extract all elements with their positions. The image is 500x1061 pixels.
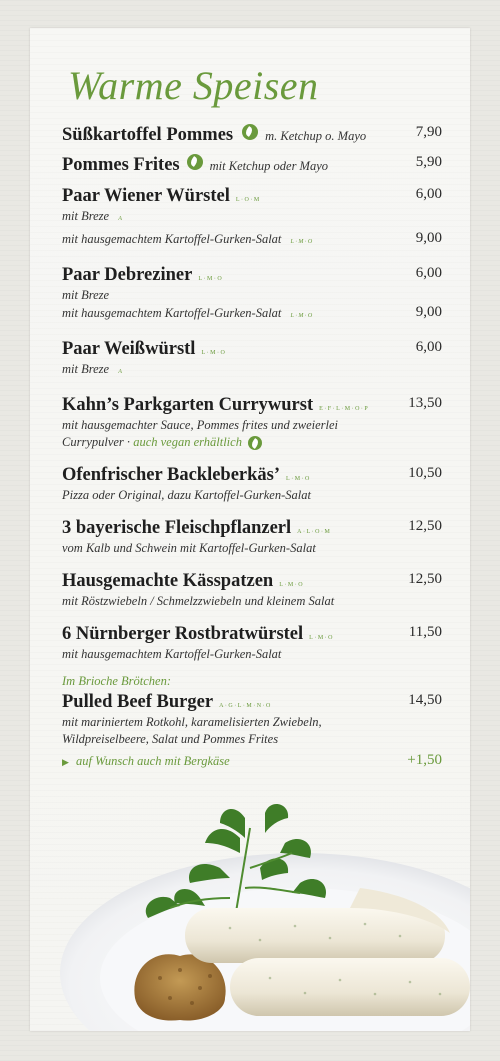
allergen-codes: A·G·L·M·N·O (219, 703, 272, 709)
item-description: Currypulver · (62, 435, 131, 449)
menu-item: Im Brioche Brötchen: Pulled Beef Burger … (62, 673, 442, 771)
item-price: 10,50 (408, 465, 442, 481)
allergen-codes: L·M·O (201, 350, 227, 356)
menu-list: Süßkartoffel Pommes m. Ketchup o. Mayo 7… (62, 124, 442, 785)
allergen-codes: L·M·O (290, 239, 314, 245)
allergen-codes: E·F·L·M·O·P (319, 406, 370, 412)
extra-price: +1,50 (407, 752, 442, 768)
triangle-right-icon: ▶ (62, 757, 69, 767)
wooden-frame: Warme Speisen Süßkartoffel Pommes m. Ket… (0, 0, 500, 1061)
item-description: mit hausgemachter Sauce, Pommes frites u… (62, 418, 338, 432)
item-name: Pulled Beef Burger (62, 692, 214, 712)
item-description: Wildpreiselbeere, Salat und Pommes Frite… (62, 732, 279, 746)
extra-option: auf Wunsch auch mit Bergkäse (76, 754, 230, 768)
leaf-icon (248, 436, 263, 451)
item-note: m. Ketchup o. Mayo (265, 129, 367, 143)
item-name: Pommes Frites (62, 155, 180, 175)
item-description: mit hausgemachtem Kartoffel-Gurken-Salat (62, 232, 282, 246)
menu-item: 6 Nürnberger Rostbratwürstel L·M·O 11,50… (62, 624, 442, 663)
item-name: Paar Debreziner (62, 265, 193, 285)
menu-item: Süßkartoffel Pommes m. Ketchup o. Mayo 7… (62, 124, 442, 146)
item-name: Paar Weißwürstl (62, 339, 196, 359)
item-note: mit Ketchup oder Mayo (209, 159, 329, 173)
menu-item: Pommes Frites mit Ketchup oder Mayo 5,90 (62, 154, 442, 176)
allergen-codes: L·O·M (235, 197, 261, 203)
menu-item: Paar Weißwürstl L·M·O 6,00 mit Breze A (62, 339, 442, 381)
item-description: vom Kalb und Schwein mit Kartoffel-Gurke… (62, 541, 316, 555)
allergen-codes: L·M·O (309, 635, 334, 641)
item-description: mit mariniertem Rotkohl, karamelisierten… (62, 715, 322, 729)
item-description: mit hausgemachtem Kartoffel-Gurken-Salat (62, 306, 282, 320)
item-name: Paar Wiener Würstel (62, 186, 230, 206)
item-name: Hausgemachte Kässpatzen (62, 571, 274, 591)
allergen-codes: A (118, 369, 124, 375)
item-price: 6,00 (415, 265, 442, 281)
item-price: 12,50 (408, 571, 442, 587)
item-price: 14,50 (408, 692, 442, 708)
menu-item: Hausgemachte Kässpatzen L·M·O 12,50 mit … (62, 571, 442, 610)
menu-item: Ofenfrischer Backleberkäs’ L·M·O 10,50 P… (62, 465, 442, 504)
item-price: 9,00 (415, 230, 442, 246)
page-title: Warme Speisen (68, 63, 319, 108)
item-name: 3 bayerische Fleischpflanzerl (62, 518, 292, 538)
leaf-icon (186, 154, 203, 170)
item-price: 12,50 (408, 518, 442, 534)
item-description: mit Breze (62, 362, 110, 376)
item-price: 11,50 (408, 624, 442, 640)
section-prelabel: Im Brioche Brötchen: (62, 674, 171, 688)
item-description: mit Breze (62, 288, 110, 302)
item-price: 13,50 (408, 395, 442, 411)
allergen-codes: L·M·O (198, 276, 224, 282)
item-description: mit Breze (62, 209, 110, 223)
item-description: Pizza oder Original, dazu Kartoffel-Gurk… (62, 488, 311, 502)
allergen-codes: L·M·O (279, 582, 305, 588)
item-price: 7,90 (415, 124, 442, 140)
item-price: 6,00 (415, 339, 442, 355)
item-price: 6,00 (415, 186, 442, 202)
allergen-codes: L·M·O (290, 313, 314, 319)
allergen-codes: L·M·O (286, 476, 311, 482)
leaf-icon (242, 124, 259, 140)
item-name: Süßkartoffel Pommes (62, 125, 234, 145)
menu-item: Kahn’s Parkgarten Currywurst E·F·L·M·O·P… (62, 395, 442, 451)
item-name: Ofenfrischer Backleberkäs’ (62, 465, 281, 485)
allergen-codes: A (118, 216, 124, 222)
food-photo (60, 803, 470, 1031)
item-description: mit hausgemachtem Kartoffel-Gurken-Salat (62, 647, 282, 661)
vegan-note: auch vegan erhältlich (133, 435, 242, 449)
menu-item: Paar Debreziner L·M·O 6,00 mit Breze mit… (62, 265, 442, 325)
menu-panel: Warme Speisen Süßkartoffel Pommes m. Ket… (30, 28, 470, 1031)
item-name: Kahn’s Parkgarten Currywurst (62, 395, 314, 415)
item-name: 6 Nürnberger Rostbratwürstel (62, 624, 304, 644)
menu-item: Paar Wiener Würstel L·O·M 6,00 mit Breze… (62, 186, 442, 251)
item-price: 9,00 (415, 304, 442, 320)
item-description: mit Röstzwiebeln / Schmelzzwiebeln und k… (62, 594, 335, 608)
menu-item: 3 bayerische Fleischpflanzerl A·L·O·M 12… (62, 518, 442, 557)
allergen-codes: A·L·O·M (297, 529, 332, 535)
item-price: 5,90 (415, 154, 442, 170)
